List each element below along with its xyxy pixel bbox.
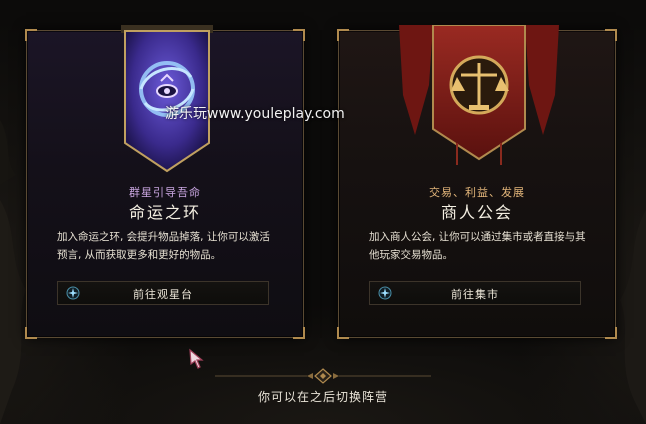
faction-description: 加入命运之环, 会提升物品掉落, 让你可以激活预言, 从而获取更多和更好的物品。 [57,231,270,261]
switch-faction-later-note: 你可以在之后切换阵营 [257,390,388,404]
corner-ornament [25,327,37,339]
ornamental-divider [215,368,431,384]
corner-ornament [25,29,37,41]
go-to-market-button[interactable]: 前往集市 [369,281,581,305]
faction-description: 加入商人公会, 让你可以通过集市或者直接与其他玩家交易物品。 [369,231,586,261]
corner-ornament [293,327,305,339]
button-label: 前往观星台 [133,288,193,301]
faction-card-merchant[interactable]: 交易、利益、发展 商人公会 加入商人公会, 让你可以通过集市或者直接与其他玩家交… [337,25,617,339]
corner-ornament [337,29,349,41]
button-label: 前往集市 [451,288,499,301]
corner-ornament [337,327,349,339]
scales-emblem-icon [399,25,559,165]
faction-subtitle: 交易、利益、发展 [429,186,525,199]
faction-card-fate[interactable]: 群星引导吾命 命运之环 加入命运之环, 会提升物品掉落, 让你可以激活预言, 从… [25,25,305,339]
corner-ornament [293,29,305,41]
corner-ornament [605,327,617,339]
watermark-text: 游乐玩www.youleplay.com [165,106,345,122]
eye-swirl-emblem-icon [121,25,213,173]
mouse-cursor-icon [189,348,204,369]
faction-title: 商人公会 [440,203,513,222]
faction-subtitle: 群星引导吾命 [129,186,201,199]
go-to-observatory-button[interactable]: 前往观星台 [57,281,269,305]
corner-ornament [605,29,617,41]
faction-title: 命运之环 [128,203,201,222]
